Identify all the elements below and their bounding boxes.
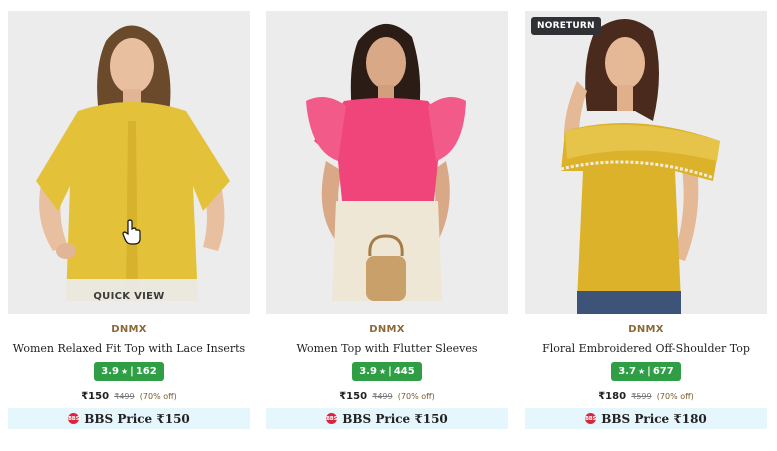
sale-price: ₹150 (339, 391, 368, 402)
bbs-price-banner: BBS BBS Price ₹180 (525, 408, 767, 429)
rating-badge: 3.7 ★ | 677 (611, 362, 681, 381)
product-image[interactable]: NORETURN (525, 11, 767, 314)
discount-label: (70% off) (139, 392, 177, 401)
product-card[interactable]: DNMX Women Top with Flutter Sleeves 3.9 … (266, 11, 508, 429)
model-photo-icon (266, 11, 508, 314)
price-row: ₹180 ₹599 (70% off) (525, 391, 767, 402)
discount-label: (70% off) (656, 392, 694, 401)
noreturn-tag: NORETURN (531, 17, 601, 35)
bbs-logo-icon: BBS (585, 413, 596, 424)
brand-name: DNMX (369, 324, 405, 335)
rating-separator: | (130, 366, 134, 377)
mrp-price: ₹499 (114, 392, 135, 401)
bbs-price: BBS Price ₹150 (342, 411, 448, 426)
sale-price: ₹150 (81, 391, 110, 402)
product-title[interactable]: Women Relaxed Fit Top with Lace Inserts (8, 342, 250, 355)
product-image[interactable] (266, 11, 508, 314)
model-photo-icon (525, 11, 767, 314)
rating-count: 445 (393, 366, 415, 377)
rating-badge: 3.9 ★ | 445 (352, 362, 422, 381)
brand-name: DNMX (111, 324, 147, 335)
mrp-price: ₹499 (372, 392, 393, 401)
rating-separator: | (647, 366, 651, 377)
bbs-price: BBS Price ₹180 (601, 411, 707, 426)
bbs-price-banner: BBS BBS Price ₹150 (266, 408, 508, 429)
hand-cursor-icon (122, 219, 141, 245)
bbs-price-banner: BBS BBS Price ₹150 (8, 408, 250, 429)
product-title[interactable]: Floral Embroidered Off-Shoulder Top (525, 342, 767, 355)
rating-value: 3.9 (359, 366, 377, 377)
price-row: ₹150 ₹499 (70% off) (266, 391, 508, 402)
product-title[interactable]: Women Top with Flutter Sleeves (266, 342, 508, 355)
rating-separator: | (388, 366, 392, 377)
rating-value: 3.7 (618, 366, 636, 377)
rating-count: 677 (652, 366, 674, 377)
star-icon: ★ (638, 367, 646, 376)
rating-value: 3.9 (101, 366, 119, 377)
star-icon: ★ (121, 367, 129, 376)
bbs-logo-icon: BBS (68, 413, 79, 424)
quick-view-button[interactable]: QUICK VIEW (8, 279, 250, 314)
sale-price: ₹180 (598, 391, 627, 402)
bbs-price: BBS Price ₹150 (84, 411, 190, 426)
price-row: ₹150 ₹499 (70% off) (8, 391, 250, 402)
rating-count: 162 (135, 366, 157, 377)
star-icon: ★ (379, 367, 387, 376)
discount-label: (70% off) (397, 392, 435, 401)
bbs-logo-icon: BBS (326, 413, 337, 424)
product-card[interactable]: QUICK VIEW DNMX Women Relaxed Fit Top wi… (8, 11, 250, 429)
model-photo-icon (8, 11, 250, 314)
product-image[interactable]: QUICK VIEW (8, 11, 250, 314)
rating-badge: 3.9 ★ | 162 (94, 362, 164, 381)
brand-name: DNMX (628, 324, 664, 335)
mrp-price: ₹599 (631, 392, 652, 401)
product-card[interactable]: NORETURN DNMX Floral Embroidered Off-Sho… (525, 11, 767, 429)
